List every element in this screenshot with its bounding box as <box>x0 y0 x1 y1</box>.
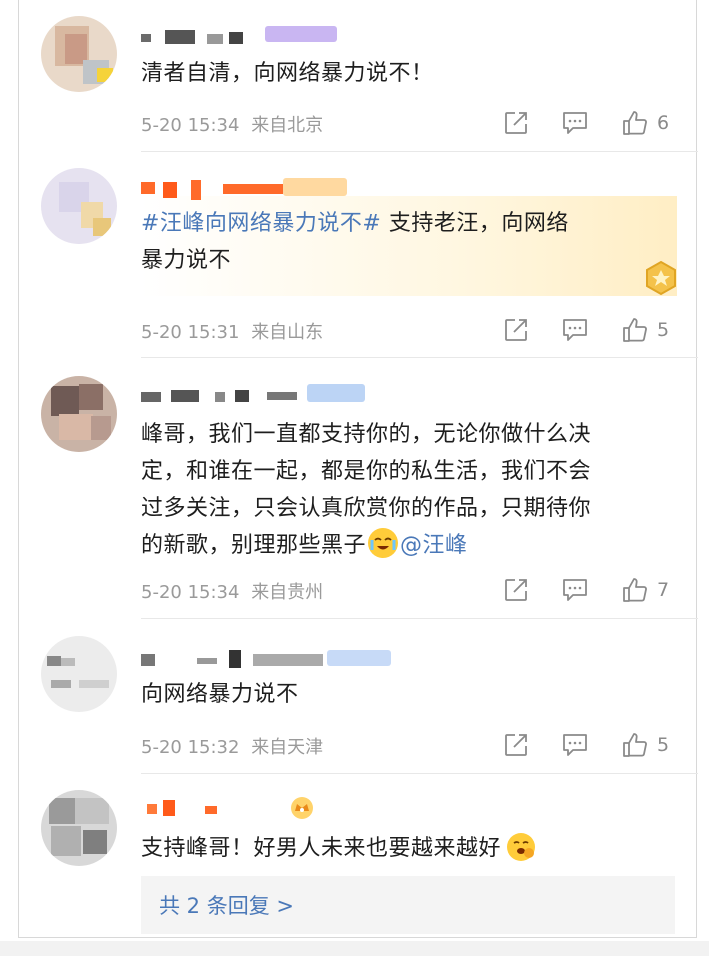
comment-actions: 5 <box>503 731 693 759</box>
comment-location: 来自北京 <box>251 115 324 136</box>
comment-time: 5-20 15:31 <box>141 322 240 343</box>
comment-text: 向网络暴力说不 <box>141 682 299 707</box>
comment-button[interactable] <box>561 316 589 344</box>
username-blurred[interactable] <box>141 26 341 48</box>
comment-meta: 5-20 15:32 来自天津 <box>141 733 329 759</box>
crying-laugh-emoji-icon <box>368 528 399 558</box>
username-blurred[interactable] <box>141 178 361 200</box>
divider <box>141 357 698 358</box>
divider <box>141 151 698 152</box>
view-replies-button[interactable]: 共 2 条回复 > <box>141 876 675 934</box>
like-button[interactable]: 6 <box>621 109 669 137</box>
comment-button[interactable] <box>561 109 589 137</box>
repost-button[interactable] <box>503 109 529 137</box>
comment-text: #汪峰向网络暴力说不# 支持老汪，向网络 暴力说不 <box>141 205 679 279</box>
comment-text: 清者自清，向网络暴力说不！ <box>141 61 434 86</box>
comment-text-part: 定，和谁在一起，都是你的私生活，我们不会 <box>141 459 592 484</box>
comment-meta: 5-20 15:31 来自山东 <box>141 318 329 344</box>
comment-meta: 5-20 15:34 来自北京 <box>141 111 329 137</box>
comment-text-part: 暴力说不 <box>141 248 232 273</box>
avatar[interactable] <box>41 168 117 244</box>
like-count: 5 <box>657 734 670 756</box>
like-count: 7 <box>657 579 670 601</box>
comment-location: 来自贵州 <box>251 582 324 603</box>
comment-location: 来自山东 <box>251 322 324 343</box>
share-icon <box>503 110 529 136</box>
comment-icon <box>561 732 589 758</box>
share-icon <box>503 317 529 343</box>
comment-text-part: 的新歌，别理那些黑子 <box>141 533 367 558</box>
fan-badge-icon <box>641 258 681 298</box>
comment-actions: 5 <box>503 316 693 344</box>
comment-list: 清者自清，向网络暴力说不！ 5-20 15:34 来自北京 6 #汪峰向网络暴力… <box>18 0 698 938</box>
thumbs-up-icon <box>621 731 649 759</box>
avatar[interactable] <box>41 636 117 712</box>
comment-icon <box>561 110 589 136</box>
thumbs-up-icon <box>621 316 649 344</box>
like-count: 6 <box>657 112 670 134</box>
divider <box>141 773 698 774</box>
comment-button[interactable] <box>561 576 589 604</box>
replies-label: 共 2 条回复 > <box>159 894 294 918</box>
thumbs-up-icon <box>621 109 649 137</box>
comment-actions: 7 <box>503 576 693 604</box>
repost-button[interactable] <box>503 316 529 344</box>
share-icon <box>503 732 529 758</box>
username-blurred[interactable] <box>141 796 341 820</box>
comment-icon <box>561 577 589 603</box>
repost-button[interactable] <box>503 731 529 759</box>
comment-location: 来自天津 <box>251 737 324 758</box>
topic-link[interactable]: #汪峰向网络暴力说不# <box>141 211 381 236</box>
comment-text-part: 支持峰哥！好男人未来也要越来越好 <box>141 836 502 861</box>
like-button[interactable]: 7 <box>621 576 669 604</box>
crown-icon <box>289 796 315 820</box>
like-count: 5 <box>657 319 670 341</box>
username-blurred[interactable] <box>141 648 401 670</box>
username-blurred[interactable] <box>141 384 371 406</box>
share-icon <box>503 577 529 603</box>
avatar[interactable] <box>41 376 117 452</box>
repost-button[interactable] <box>503 576 529 604</box>
avatar[interactable] <box>41 790 117 866</box>
comment-time: 5-20 15:34 <box>141 115 240 136</box>
thumbs-up-icon <box>621 576 649 604</box>
comment-button[interactable] <box>561 731 589 759</box>
comment-actions: 6 <box>503 109 693 137</box>
comment-text: 峰哥，我们一直都支持你的，无论你做什么决 定，和谁在一起，都是你的私生活，我们不… <box>141 416 679 564</box>
comment-text-part: 支持老汪，向网络 <box>381 211 569 236</box>
comment-text: 支持峰哥！好男人未来也要越来越好 <box>141 830 679 867</box>
like-button[interactable]: 5 <box>621 731 669 759</box>
avatar[interactable] <box>41 16 117 92</box>
comment-text-part: 峰哥，我们一直都支持你的，无论你做什么决 <box>141 422 592 447</box>
divider <box>141 618 698 619</box>
comment-text-part: 过多关注，只会认真欣赏你的作品，只期待你 <box>141 496 592 521</box>
mention-link[interactable]: @汪峰 <box>400 533 468 558</box>
comment-time: 5-20 15:32 <box>141 737 240 758</box>
comment-meta: 5-20 15:34 来自贵州 <box>141 578 329 604</box>
like-button[interactable]: 5 <box>621 316 669 344</box>
bottom-strip <box>0 941 709 956</box>
comment-time: 5-20 15:34 <box>141 582 240 603</box>
cheer-emoji-icon <box>505 831 536 861</box>
comment-icon <box>561 317 589 343</box>
